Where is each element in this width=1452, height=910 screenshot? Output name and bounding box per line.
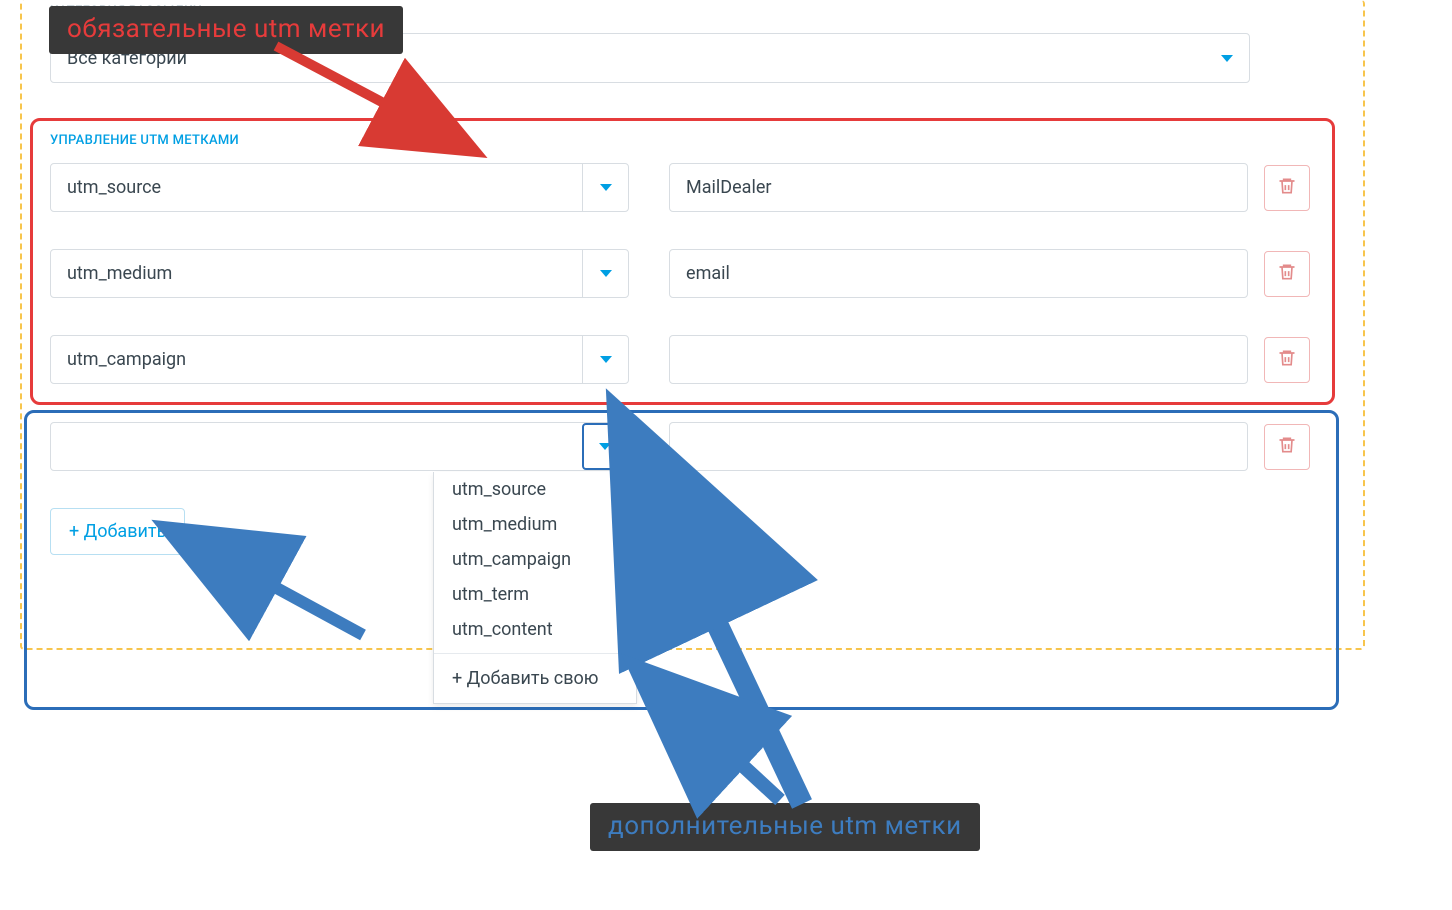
callout-required: обязательные utm метки: [49, 6, 403, 54]
utm-row: utm_source MailDealer: [50, 163, 1310, 212]
select-caret-button[interactable]: [582, 250, 628, 297]
utm-key-value: utm_medium: [51, 263, 582, 284]
trash-icon: [1277, 261, 1297, 287]
utm-value-text: email: [686, 263, 730, 284]
chevron-down-icon: [600, 356, 612, 363]
chevron-down-icon: [600, 184, 612, 191]
utm-key-dropdown: utm_source utm_medium utm_campaign utm_t…: [433, 472, 637, 704]
delete-row-button[interactable]: [1264, 251, 1310, 297]
utm-row: utm_medium email: [50, 249, 1310, 298]
utm-value-input[interactable]: [669, 422, 1248, 471]
utm-key-value: utm_source: [51, 177, 582, 198]
trash-icon: [1277, 434, 1297, 460]
add-utm-button[interactable]: + Добавить: [50, 508, 185, 555]
select-caret-button[interactable]: [582, 164, 628, 211]
callout-optional: дополнительные utm метки: [590, 803, 980, 851]
dropdown-option[interactable]: utm_source: [434, 472, 636, 507]
dropdown-option[interactable]: utm_term: [434, 577, 636, 612]
trash-icon: [1277, 347, 1297, 373]
select-caret-button[interactable]: [582, 423, 628, 470]
chevron-down-icon: [600, 270, 612, 277]
delete-row-button[interactable]: [1264, 337, 1310, 383]
utm-value-input[interactable]: [669, 335, 1248, 384]
dropdown-option[interactable]: utm_campaign: [434, 542, 636, 577]
utm-value-input[interactable]: email: [669, 249, 1248, 298]
dropdown-add-custom[interactable]: + Добавить свою: [434, 653, 636, 703]
utm-key-select[interactable]: utm_source: [50, 163, 629, 212]
delete-row-button[interactable]: [1264, 424, 1310, 470]
utm-key-select[interactable]: utm_medium: [50, 249, 629, 298]
utm-key-value: utm_campaign: [51, 349, 582, 370]
utm-value-input[interactable]: MailDealer: [669, 163, 1248, 212]
label-utm-section: УПРАВЛЕНИЕ UTM МЕТКАМИ: [50, 133, 239, 148]
select-caret-button[interactable]: [582, 336, 628, 383]
dropdown-option[interactable]: utm_medium: [434, 507, 636, 542]
chevron-down-icon: [1221, 55, 1233, 62]
delete-row-button[interactable]: [1264, 165, 1310, 211]
utm-row: utm_campaign: [50, 335, 1310, 384]
dropdown-option[interactable]: utm_content: [434, 612, 636, 647]
utm-value-text: MailDealer: [686, 177, 771, 198]
trash-icon: [1277, 175, 1297, 201]
chevron-down-icon: [599, 443, 611, 450]
add-utm-label: + Добавить: [69, 521, 166, 542]
utm-key-select[interactable]: utm_campaign: [50, 335, 629, 384]
utm-row-extra: [50, 422, 1310, 471]
utm-key-select-open[interactable]: [50, 422, 629, 471]
